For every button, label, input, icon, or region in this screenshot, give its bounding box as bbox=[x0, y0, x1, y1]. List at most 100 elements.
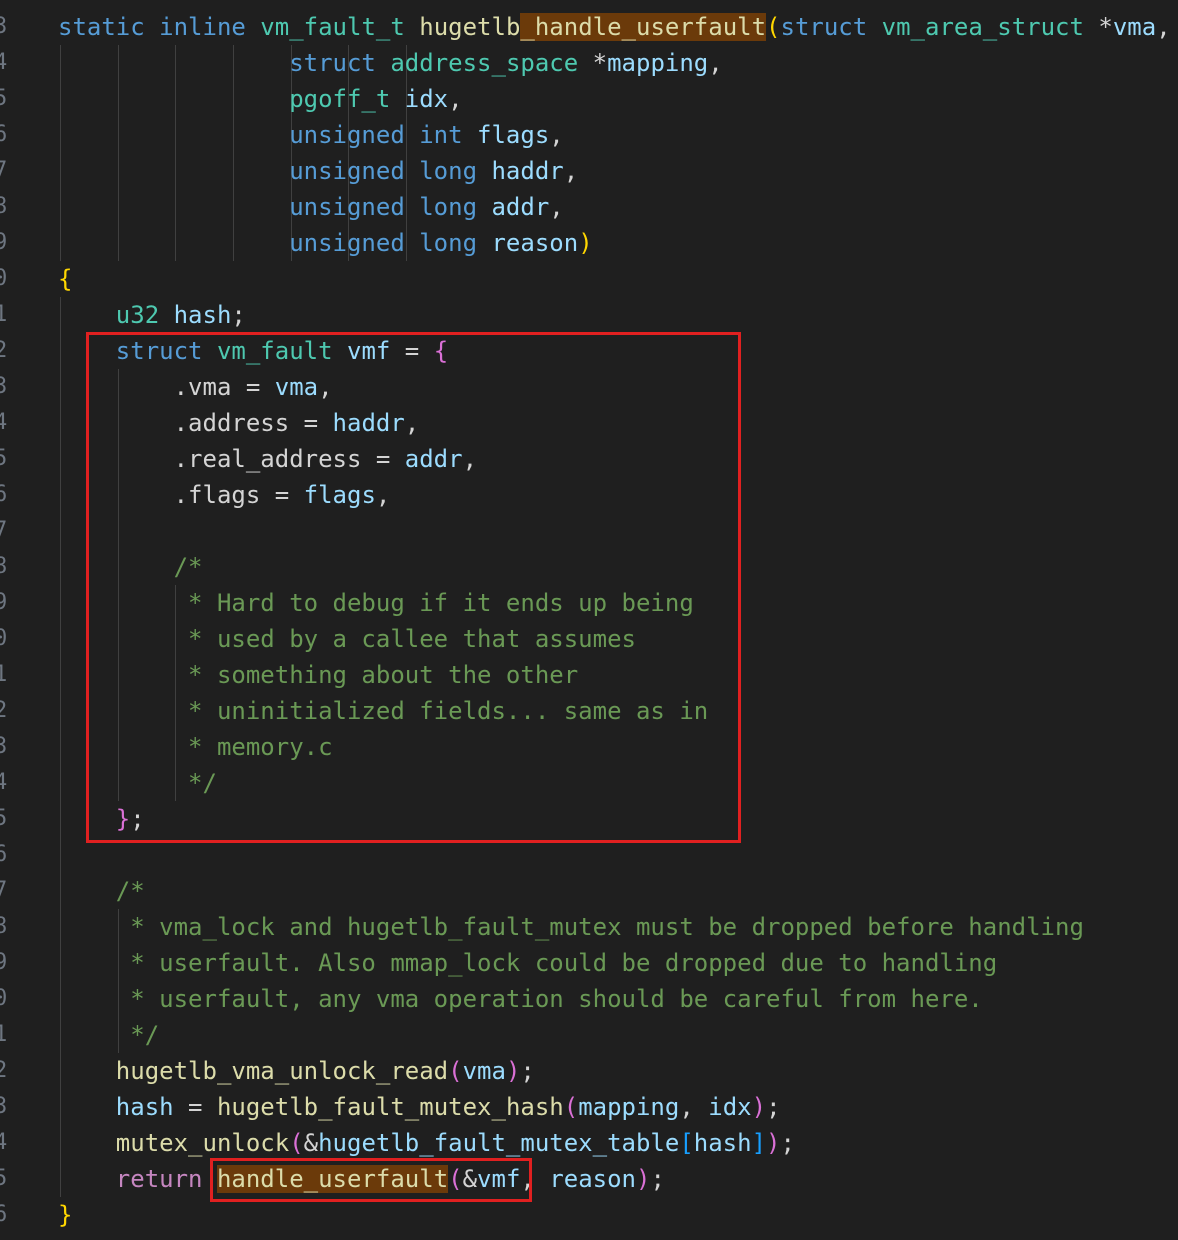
code-token: vma bbox=[1112, 13, 1157, 41]
line-number: 4 bbox=[0, 1130, 8, 1155]
code-line[interactable]: mutex_unlock(&hugetlb_fault_mutex_table[… bbox=[58, 1125, 795, 1161]
code-line[interactable]: hugetlb_vma_unlock_read(vma); bbox=[58, 1053, 535, 1089]
code-token: return bbox=[115, 1165, 217, 1193]
code-token: unsigned int bbox=[289, 121, 478, 149]
code-token: /* bbox=[115, 877, 145, 905]
line-number: 3 bbox=[0, 734, 8, 759]
code-token: hugetlb_fault_mutex_table bbox=[318, 1129, 680, 1157]
code-line[interactable]: * userfault, any vma operation should be… bbox=[58, 981, 983, 1017]
line-number: 1 bbox=[0, 302, 8, 327]
handle-userfault-highlight-box bbox=[210, 1158, 532, 1202]
code-line[interactable]: struct address_space *mapping, bbox=[58, 45, 723, 81]
code-token: pgoff_t bbox=[289, 85, 405, 113]
code-token: ( bbox=[289, 1129, 304, 1157]
code-token: { bbox=[58, 265, 73, 293]
code-token: addr bbox=[491, 193, 550, 221]
code-token: & bbox=[303, 1129, 319, 1157]
line-number: 2 bbox=[0, 698, 8, 723]
code-token: haddr bbox=[491, 157, 564, 185]
code-line[interactable]: * vma_lock and hugetlb_fault_mutex must … bbox=[58, 909, 1084, 945]
code-token: hugetlb_fault_mutex_hash bbox=[216, 1093, 564, 1121]
line-number: 8 bbox=[0, 914, 8, 939]
line-number: 1 bbox=[0, 662, 8, 687]
code-token: ) bbox=[636, 1165, 651, 1193]
code-line[interactable]: } bbox=[58, 1197, 72, 1233]
line-number: 0 bbox=[0, 986, 8, 1011]
code-token: ; bbox=[650, 1165, 665, 1193]
code-token: vma bbox=[462, 1057, 506, 1085]
code-token: , bbox=[549, 121, 564, 149]
code-token: flags bbox=[477, 121, 550, 149]
line-number: 1 bbox=[0, 1022, 8, 1047]
code-token: [ bbox=[679, 1129, 694, 1157]
line-number: 6 bbox=[0, 122, 8, 147]
code-token: _handle_userfault bbox=[520, 13, 767, 41]
code-token: , bbox=[448, 85, 463, 113]
code-line[interactable]: unsigned long haddr, bbox=[58, 153, 578, 189]
code-token: } bbox=[58, 1201, 73, 1229]
code-line[interactable]: static inline vm_fault_t hugetlb_handle_… bbox=[58, 9, 1171, 45]
code-token: * userfault. Also mmap_lock could be dro… bbox=[115, 949, 998, 977]
code-token: mapping bbox=[607, 49, 709, 77]
line-number: 0 bbox=[0, 626, 8, 651]
code-token: hugetlb_vma_unlock_read bbox=[115, 1057, 449, 1085]
code-token: ) bbox=[578, 229, 593, 257]
line-number: 5 bbox=[0, 806, 8, 831]
code-line[interactable]: unsigned int flags, bbox=[58, 117, 564, 153]
line-number: 7 bbox=[0, 878, 8, 903]
code-line[interactable]: unsigned long addr, bbox=[58, 189, 564, 225]
line-number: 6 bbox=[0, 1202, 8, 1227]
code-token: ; bbox=[231, 301, 246, 329]
code-token: * bbox=[592, 49, 608, 77]
code-editor[interactable]: 3 4 5 6 7 8 9 0 1 2 3 4 5 6 7 8 9 0 1 2 3 4 5 6 7 8 9 0 1 2 3 4 5 6 stati… bbox=[0, 0, 1178, 1240]
code-line[interactable]: unsigned long reason) bbox=[58, 225, 593, 261]
code-token: ; bbox=[520, 1057, 535, 1085]
code-token: idx bbox=[404, 85, 449, 113]
line-number: 8 bbox=[0, 554, 8, 579]
line-number: 6 bbox=[0, 482, 8, 507]
code-token: , bbox=[679, 1093, 709, 1121]
code-token: mapping bbox=[578, 1093, 680, 1121]
vmf-struct-highlight-box bbox=[86, 332, 741, 843]
code-line[interactable]: /* bbox=[58, 873, 145, 909]
code-line[interactable]: * userfault. Also mmap_lock could be dro… bbox=[58, 945, 997, 981]
code-token: * bbox=[1098, 13, 1113, 41]
code-token: static inline bbox=[58, 13, 261, 41]
code-token: unsigned long bbox=[289, 229, 492, 257]
line-number: 2 bbox=[0, 1058, 8, 1083]
line-number: 9 bbox=[0, 590, 8, 615]
code-token: unsigned long bbox=[289, 193, 492, 221]
line-number: 5 bbox=[0, 446, 8, 471]
code-token: mutex_unlock bbox=[115, 1129, 290, 1157]
code-token: unsigned long bbox=[289, 157, 492, 185]
code-token: ; bbox=[766, 1093, 781, 1121]
code-token: ( bbox=[448, 1057, 463, 1085]
code-token: = bbox=[188, 1093, 217, 1121]
line-number: 8 bbox=[0, 194, 8, 219]
line-number: 7 bbox=[0, 158, 8, 183]
code-token: , bbox=[1156, 13, 1171, 41]
code-line[interactable]: */ bbox=[58, 1017, 159, 1053]
code-token: ] bbox=[751, 1129, 767, 1157]
code-token: hash bbox=[693, 1129, 752, 1157]
code-line[interactable]: hash = hugetlb_fault_mutex_hash(mapping,… bbox=[58, 1089, 781, 1125]
code-token: , bbox=[549, 193, 564, 221]
code-line[interactable]: pgoff_t idx, bbox=[58, 81, 463, 117]
code-line[interactable]: u32 hash; bbox=[58, 297, 246, 333]
code-line[interactable]: { bbox=[58, 261, 72, 297]
code-token: idx bbox=[708, 1093, 752, 1121]
code-token: , bbox=[563, 157, 579, 185]
line-number: 4 bbox=[0, 770, 8, 795]
line-number: 9 bbox=[0, 230, 8, 255]
